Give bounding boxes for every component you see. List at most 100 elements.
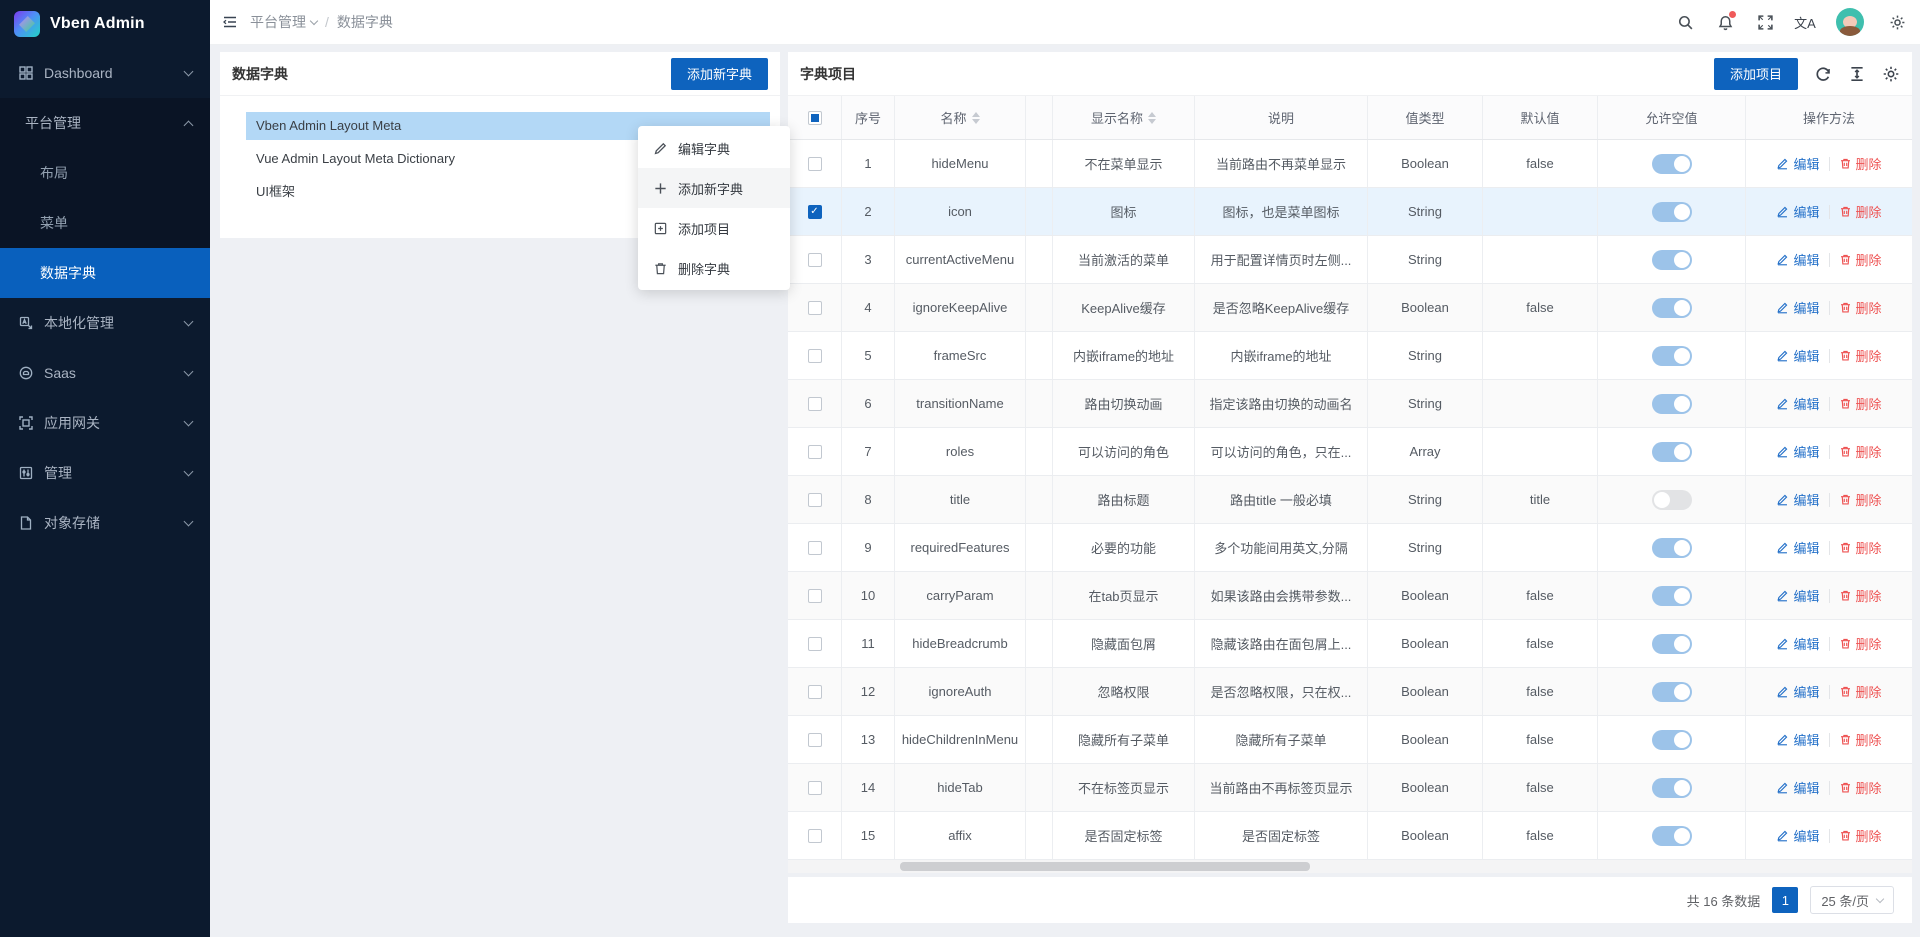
allow-empty-toggle[interactable] xyxy=(1652,538,1692,558)
avatar[interactable] xyxy=(1836,8,1864,36)
edit-link[interactable]: 编辑 xyxy=(1776,394,1819,413)
refresh-icon[interactable] xyxy=(1814,65,1832,83)
allow-empty-toggle[interactable] xyxy=(1652,634,1692,654)
context-menu-item[interactable]: 添加新字典 xyxy=(638,168,790,208)
sidebar-item-7[interactable]: 应用网关 xyxy=(0,398,210,448)
row-checkbox[interactable] xyxy=(808,349,822,363)
delete-link[interactable]: 删除 xyxy=(1839,730,1882,749)
fullscreen-icon[interactable] xyxy=(1756,13,1774,31)
sidebar-item-8[interactable]: 管理 xyxy=(0,448,210,498)
row-checkbox[interactable] xyxy=(808,541,822,555)
allow-empty-toggle[interactable] xyxy=(1652,394,1692,414)
allow-empty-toggle[interactable] xyxy=(1652,586,1692,606)
delete-link[interactable]: 删除 xyxy=(1839,442,1882,461)
row-checkbox[interactable] xyxy=(808,781,822,795)
add-dictionary-button[interactable]: 添加新字典 xyxy=(671,58,768,90)
row-checkbox[interactable] xyxy=(808,589,822,603)
edit-link[interactable]: 编辑 xyxy=(1776,826,1819,845)
bell-icon[interactable] xyxy=(1716,13,1734,31)
sidebar-collapse-icon[interactable] xyxy=(210,13,250,31)
gear-icon[interactable] xyxy=(1888,13,1906,31)
item-default-value: false xyxy=(1483,140,1598,187)
allow-empty-toggle[interactable] xyxy=(1652,730,1692,750)
item-value-type: Boolean xyxy=(1368,668,1483,715)
allow-empty-toggle[interactable] xyxy=(1652,298,1692,318)
edit-link[interactable]: 编辑 xyxy=(1776,442,1819,461)
add-item-button[interactable]: 添加项目 xyxy=(1714,58,1798,90)
delete-link[interactable]: 删除 xyxy=(1839,154,1882,173)
edit-link[interactable]: 编辑 xyxy=(1776,730,1819,749)
delete-link[interactable]: 删除 xyxy=(1839,826,1882,845)
allow-empty-toggle[interactable] xyxy=(1652,682,1692,702)
item-name: frameSrc xyxy=(895,332,1026,379)
allow-empty-toggle[interactable] xyxy=(1652,490,1692,510)
row-height-icon[interactable] xyxy=(1848,65,1866,83)
edit-link[interactable]: 编辑 xyxy=(1776,490,1819,509)
delete-link[interactable]: 删除 xyxy=(1839,634,1882,653)
page-size-select[interactable]: 25 条/页 xyxy=(1810,886,1894,914)
delete-link[interactable]: 删除 xyxy=(1839,682,1882,701)
context-menu-item[interactable]: 添加项目 xyxy=(638,208,790,248)
sidebar-subitem-3[interactable]: 菜单 xyxy=(0,198,210,248)
edit-link[interactable]: 编辑 xyxy=(1776,154,1819,173)
edit-link[interactable]: 编辑 xyxy=(1776,346,1819,365)
allow-empty-toggle[interactable] xyxy=(1652,202,1692,222)
gear-icon[interactable] xyxy=(1882,65,1900,83)
select-all-checkbox[interactable] xyxy=(808,111,822,125)
delete-link[interactable]: 删除 xyxy=(1839,250,1882,269)
row-checkbox[interactable] xyxy=(808,685,822,699)
sidebar-subitem-2[interactable]: 布局 xyxy=(0,148,210,198)
delete-link[interactable]: 删除 xyxy=(1839,538,1882,557)
edit-link[interactable]: 编辑 xyxy=(1776,634,1819,653)
edit-link[interactable]: 编辑 xyxy=(1776,682,1819,701)
scrollbar-thumb[interactable] xyxy=(900,862,1310,871)
allow-empty-toggle[interactable] xyxy=(1652,154,1692,174)
sidebar-item-1[interactable]: 平台管理 xyxy=(0,98,210,148)
page-number-button[interactable]: 1 xyxy=(1772,887,1798,913)
delete-link[interactable]: 删除 xyxy=(1839,298,1882,317)
sort-carets-icon[interactable] xyxy=(972,112,980,124)
row-checkbox[interactable] xyxy=(808,397,822,411)
breadcrumb-item-dict[interactable]: 数据字典 xyxy=(337,12,393,32)
delete-link[interactable]: 删除 xyxy=(1839,202,1882,221)
delete-link[interactable]: 删除 xyxy=(1839,394,1882,413)
sidebar-subitem-4[interactable]: 数据字典 xyxy=(0,248,210,298)
row-checkbox[interactable] xyxy=(808,493,822,507)
delete-link[interactable]: 删除 xyxy=(1839,778,1882,797)
row-checkbox[interactable] xyxy=(808,733,822,747)
sidebar-item-5[interactable]: 本地化管理 xyxy=(0,298,210,348)
edit-link[interactable]: 编辑 xyxy=(1776,250,1819,269)
row-checkbox[interactable] xyxy=(808,445,822,459)
allow-empty-toggle[interactable] xyxy=(1652,442,1692,462)
row-checkbox[interactable] xyxy=(808,829,822,843)
allow-empty-toggle[interactable] xyxy=(1652,250,1692,270)
sort-carets-icon[interactable] xyxy=(1148,112,1156,124)
context-menu-item[interactable]: 编辑字典 xyxy=(638,128,790,168)
row-checkbox[interactable] xyxy=(808,301,822,315)
delete-link[interactable]: 删除 xyxy=(1839,490,1882,509)
sidebar-item-dashboard[interactable]: Dashboard xyxy=(0,48,210,98)
allow-empty-toggle[interactable] xyxy=(1652,826,1692,846)
row-checkbox[interactable] xyxy=(808,253,822,267)
sidebar-item-9[interactable]: 对象存储 xyxy=(0,498,210,548)
translate-icon[interactable]: 文A xyxy=(1796,13,1814,31)
row-checkbox[interactable]: ✓ xyxy=(808,205,822,219)
edit-link[interactable]: 编辑 xyxy=(1776,538,1819,557)
context-menu-item[interactable]: 删除字典 xyxy=(638,248,790,288)
sidebar-item-6[interactable]: Saas xyxy=(0,348,210,398)
delete-link[interactable]: 删除 xyxy=(1839,346,1882,365)
allow-empty-toggle[interactable] xyxy=(1652,346,1692,366)
allow-empty-toggle[interactable] xyxy=(1652,778,1692,798)
spacer-cell xyxy=(1026,332,1053,379)
row-checkbox[interactable] xyxy=(808,637,822,651)
edit-link[interactable]: 编辑 xyxy=(1776,778,1819,797)
delete-link[interactable]: 删除 xyxy=(1839,586,1882,605)
row-checkbox[interactable] xyxy=(808,157,822,171)
app-logo[interactable]: Vben Admin xyxy=(0,0,210,48)
edit-link[interactable]: 编辑 xyxy=(1776,202,1819,221)
breadcrumb-item-platform[interactable]: 平台管理 xyxy=(250,12,317,32)
edit-link[interactable]: 编辑 xyxy=(1776,586,1819,605)
sidebar-expanded-group: 平台管理布局菜单数据字典 xyxy=(0,98,210,298)
search-icon[interactable] xyxy=(1676,13,1694,31)
edit-link[interactable]: 编辑 xyxy=(1776,298,1819,317)
